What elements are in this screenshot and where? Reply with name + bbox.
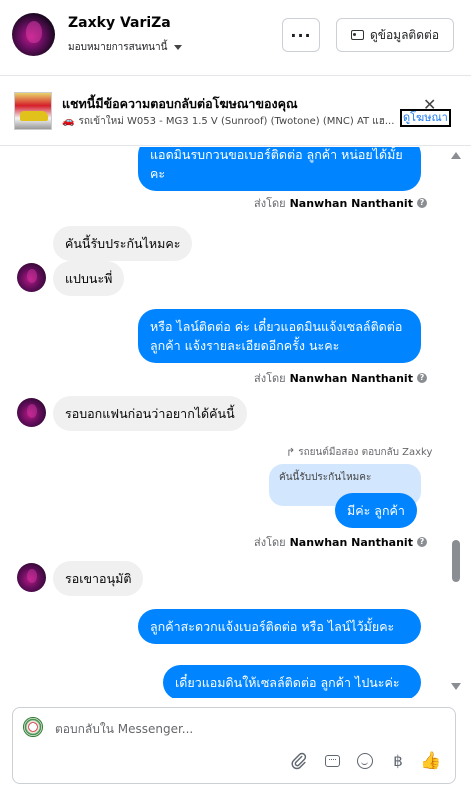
scroll-down-icon[interactable]	[451, 683, 461, 690]
ad-subtitle-text: รถเข้าใหม่ W053 - MG3 1.5 V (Sunroof) (T…	[78, 116, 395, 127]
view-contact-label: ดูข้อมูลติดต่อ	[369, 27, 440, 42]
conversation-header: Zaxky VariZa มอบหมายการสนทนานี้ ··· ดูข้…	[0, 0, 471, 76]
smile-icon	[357, 753, 373, 769]
scrollbar[interactable]	[450, 147, 462, 698]
car-icon: 🚗	[62, 116, 75, 127]
assign-conversation-dropdown[interactable]: มอบหมายการสนทนานี้	[68, 40, 183, 55]
saved-reply-icon[interactable]	[322, 751, 342, 771]
chat-bubble-icon	[324, 755, 340, 767]
page-avatar	[23, 717, 43, 737]
agent-name: Nanwhan Nanthanit	[289, 535, 413, 549]
attachment-icon[interactable]	[289, 751, 309, 771]
ad-banner-subtitle: 🚗 รถเข้าใหม่ W053 - MG3 1.5 V (Sunroof) …	[62, 114, 396, 129]
incoming-message: รอเขาอนุมัติ	[53, 561, 144, 596]
ad-reply-banner: แชทนี้มีข้อความตอบกลับต่อโฆษณาของคุณ 🚗 ร…	[0, 76, 471, 146]
scrollbar-thumb[interactable]	[452, 540, 460, 582]
ad-thumbnail	[14, 92, 52, 130]
id-card-icon	[350, 30, 364, 40]
incoming-message: คันนี้รับประกันไหมคะ	[53, 226, 193, 261]
reply-context: ↱ รถยนต์มือสอง ตอบกลับ Zaxky	[286, 446, 433, 459]
message-thread[interactable]: แอดมินรบกวนขอเบอร์ติดต่อ ลูกค้า หน่อยได้…	[0, 147, 471, 698]
agent-name: Nanwhan Nanthanit	[289, 196, 413, 210]
contact-avatar-small	[17, 263, 46, 292]
more-options-button[interactable]: ···	[282, 18, 320, 52]
view-contact-button[interactable]: ดูข้อมูลติดต่อ	[336, 18, 454, 52]
assign-label: มอบหมายการสนทนานี้	[68, 42, 168, 53]
outgoing-message: หรือ ไลน์ติดต่อ ค่ะ เดี๋ยวแอดมินแจ้งเซลล…	[138, 309, 421, 363]
composer-toolbar: ฿ 👍	[289, 751, 442, 771]
like-icon[interactable]: 👍	[420, 751, 441, 771]
contact-avatar-small	[17, 398, 46, 427]
contact-avatar-small	[17, 563, 46, 592]
info-icon[interactable]: ?	[416, 373, 427, 383]
close-icon[interactable]: ✕	[423, 97, 436, 113]
ad-banner-title: แชทนี้มีข้อความตอบกลับต่อโฆษณาของคุณ	[62, 96, 298, 111]
reply-arrow-icon: ↱	[286, 446, 296, 459]
contact-name[interactable]: Zaxky VariZa	[68, 15, 171, 31]
sent-by-label: ส่งโดย Nanwhan Nanthanit ?	[254, 369, 427, 387]
emoji-icon[interactable]	[355, 751, 375, 771]
outgoing-message: แอดมินรบกวนขอเบอร์ติดต่อ ลูกค้า หน่อยได้…	[138, 147, 421, 191]
reply-input[interactable]: ตอบกลับใน Messenger...	[55, 720, 193, 739]
caret-down-icon	[174, 45, 183, 50]
outgoing-message: เดี๋ยวแอมดินให้เซลล์ติดต่อ ลูกค้า ไปนะค่…	[163, 665, 421, 698]
scroll-up-icon[interactable]	[451, 152, 461, 159]
info-icon[interactable]: ?	[416, 537, 427, 547]
agent-name: Nanwhan Nanthanit	[289, 371, 413, 385]
sent-by-label: ส่งโดย Nanwhan Nanthanit ?	[254, 533, 427, 551]
sent-by-label: ส่งโดย Nanwhan Nanthanit ?	[254, 194, 427, 212]
incoming-message: แปบนะพี่	[53, 261, 125, 296]
contact-avatar[interactable]	[12, 13, 55, 56]
info-icon[interactable]: ?	[416, 198, 427, 208]
incoming-message: รอบอกแฟนก่อนว่าอยากได้คันนี้	[53, 396, 247, 431]
message-composer[interactable]: ตอบกลับใน Messenger... ฿ 👍	[12, 707, 456, 784]
baht-icon[interactable]: ฿	[388, 751, 408, 771]
outgoing-message: มีค่ะ ลูกค้า	[335, 493, 417, 528]
outgoing-message: ลูกค้าสะดวกแจ้งเบอร์ติดต่อ หรือ ไลน์ไว้ม…	[138, 609, 421, 644]
